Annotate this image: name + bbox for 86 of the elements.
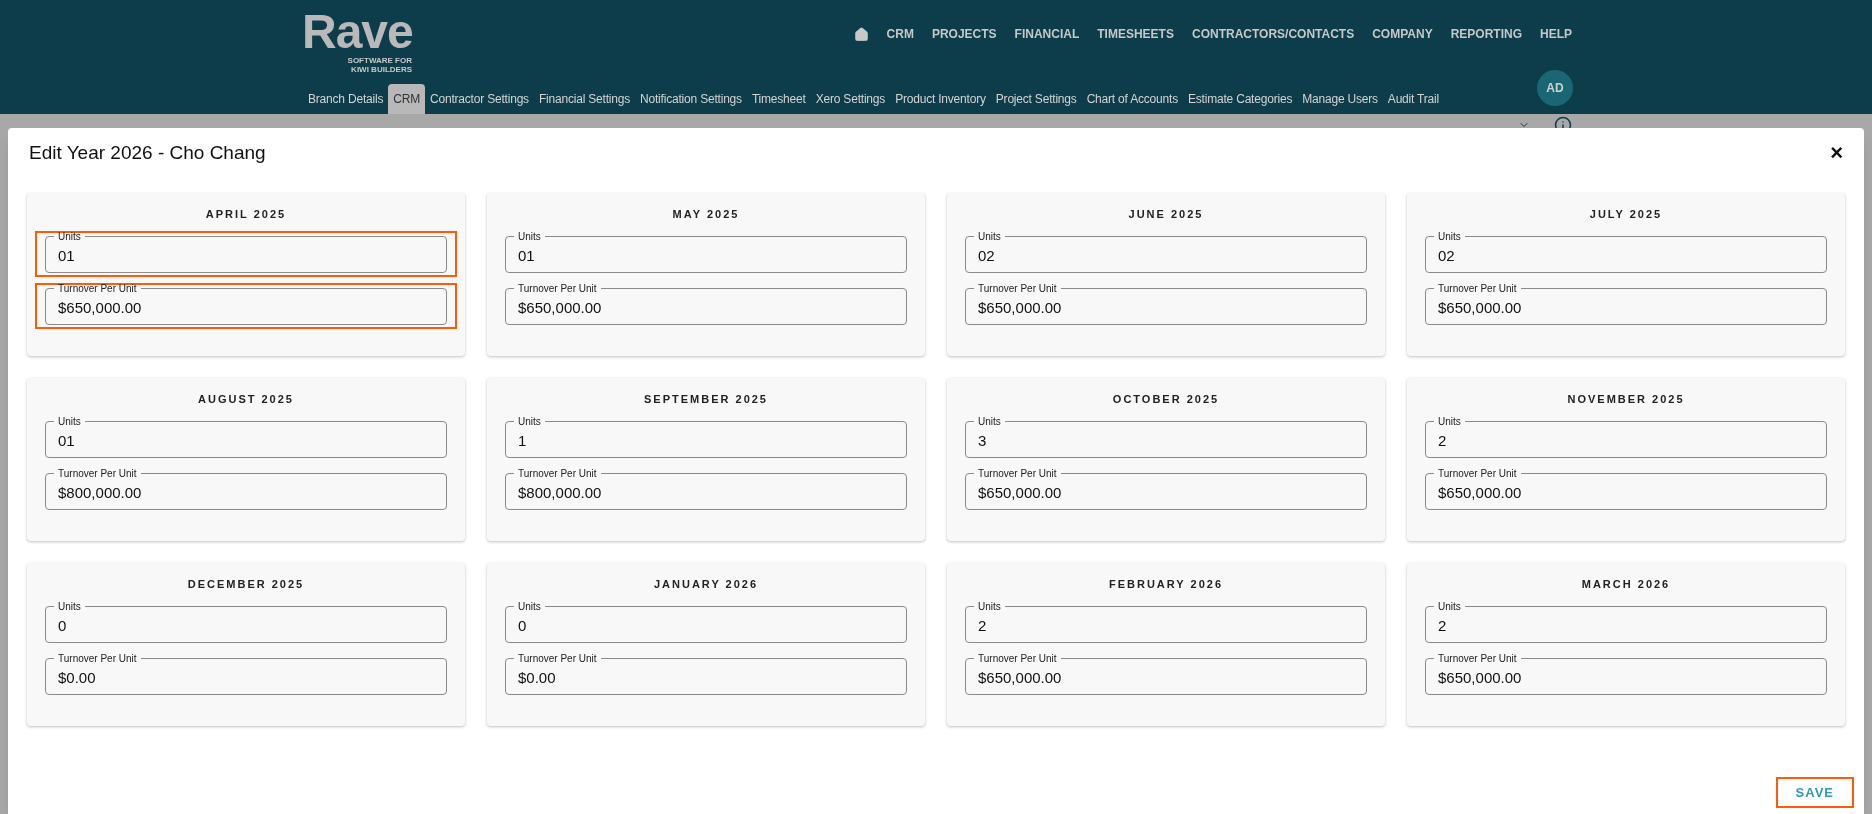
nav-link[interactable]: COMPANY: [1372, 25, 1433, 43]
settings-tab[interactable]: CRM: [388, 84, 425, 114]
settings-tab[interactable]: Timesheet: [746, 84, 811, 114]
field-input[interactable]: $650,000.00: [978, 296, 1354, 319]
month-title: MARCH 2026: [1581, 577, 1671, 592]
field-input[interactable]: $0.00: [518, 666, 894, 689]
field-label: Units: [517, 414, 542, 429]
field-input[interactable]: 2: [1438, 614, 1814, 637]
field-label: Turnover Per Unit: [1437, 466, 1518, 481]
month-title: JULY 2025: [1589, 207, 1663, 222]
settings-tab[interactable]: Audit Trail: [1382, 84, 1444, 114]
home-icon[interactable]: [853, 26, 869, 42]
settings-tab[interactable]: Manage Users: [1297, 84, 1383, 114]
field-input[interactable]: $650,000.00: [58, 296, 434, 319]
settings-tab[interactable]: Chart of Accounts: [1081, 84, 1183, 114]
field-label: Units: [517, 599, 542, 614]
month-title: JUNE 2025: [1128, 207, 1204, 222]
settings-tab[interactable]: Financial Settings: [533, 84, 636, 114]
field-input[interactable]: 2: [1438, 429, 1814, 452]
settings-tab[interactable]: Estimate Categories: [1182, 84, 1298, 114]
settings-tab[interactable]: Product Inventory: [890, 84, 991, 114]
nav-link[interactable]: HELP: [1540, 25, 1572, 43]
month-title: OCTOBER 2025: [1112, 392, 1220, 407]
field-input[interactable]: $650,000.00: [978, 481, 1354, 504]
field-label: Units: [517, 229, 542, 244]
field-input[interactable]: 1: [518, 429, 894, 452]
settings-tab[interactable]: Xero Settings: [810, 84, 891, 114]
month-title: SEPTEMBER 2025: [644, 392, 768, 407]
nav-link[interactable]: TIMESHEETS: [1097, 25, 1174, 43]
field-label: Turnover Per Unit: [57, 281, 138, 296]
field-input[interactable]: 0: [58, 614, 434, 637]
month-title: JANUARY 2026: [653, 577, 759, 592]
field-input[interactable]: 2: [978, 614, 1354, 637]
month-title: AUGUST 2025: [198, 392, 294, 407]
month-title: NOVEMBER 2025: [1567, 392, 1685, 407]
field-label: Units: [57, 599, 82, 614]
field-input[interactable]: $0.00: [58, 666, 434, 689]
nav-link[interactable]: CRM: [886, 25, 914, 43]
month-title: APRIL 2025: [205, 207, 287, 222]
field-input[interactable]: $800,000.00: [518, 481, 894, 504]
dialog-title: Edit Year 2026 - Cho Chang: [29, 140, 266, 165]
field-label: Units: [977, 229, 1002, 244]
month-title: DECEMBER 2025: [187, 577, 305, 592]
field-label: Units: [1437, 229, 1462, 244]
close-button[interactable]: ×: [1830, 142, 1843, 164]
field-label: Units: [1437, 414, 1462, 429]
field-input[interactable]: $650,000.00: [978, 666, 1354, 689]
month-title: MAY 2025: [672, 207, 740, 222]
field-input[interactable]: 0: [518, 614, 894, 637]
nav-link[interactable]: REPORTING: [1450, 25, 1522, 43]
field-input[interactable]: $650,000.00: [518, 296, 894, 319]
field-input[interactable]: 3: [978, 429, 1354, 452]
field-input[interactable]: $650,000.00: [1438, 296, 1814, 319]
settings-tab[interactable]: Notification Settings: [635, 84, 747, 114]
user-avatar[interactable]: AD: [1537, 70, 1573, 106]
month-title: FEBRUARY 2026: [1108, 577, 1223, 592]
field-label: Turnover Per Unit: [1437, 651, 1518, 666]
settings-tab[interactable]: Project Settings: [990, 84, 1082, 114]
field-label: Turnover Per Unit: [977, 651, 1058, 666]
field-input[interactable]: 02: [978, 244, 1354, 267]
settings-tab[interactable]: Branch Details: [303, 84, 389, 114]
field-input[interactable]: 01: [518, 244, 894, 267]
logo[interactable]: Rave SOFTWARE FOR KIWI BUILDERS: [302, 8, 412, 74]
field-label: Turnover Per Unit: [977, 466, 1058, 481]
field-label: Turnover Per Unit: [517, 651, 598, 666]
field-label: Turnover Per Unit: [57, 466, 138, 481]
field-input[interactable]: $800,000.00: [58, 481, 434, 504]
nav-link[interactable]: FINANCIAL: [1014, 25, 1080, 43]
nav-link[interactable]: CONTRACTORS/CONTACTS: [1191, 25, 1355, 43]
field-label: Turnover Per Unit: [57, 651, 138, 666]
field-input[interactable]: $650,000.00: [1438, 666, 1814, 689]
field-label: Units: [977, 414, 1002, 429]
field-input[interactable]: $650,000.00: [1438, 481, 1814, 504]
field-label: Units: [977, 599, 1002, 614]
field-label: Turnover Per Unit: [517, 281, 598, 296]
field-label: Turnover Per Unit: [1437, 281, 1518, 296]
field-label: Units: [57, 414, 82, 429]
field-label: Units: [57, 229, 82, 244]
field-input[interactable]: 01: [58, 429, 434, 452]
nav-link[interactable]: PROJECTS: [931, 25, 997, 43]
field-label: Units: [1437, 599, 1462, 614]
field-label: Turnover Per Unit: [977, 281, 1058, 296]
field-label: Turnover Per Unit: [517, 466, 598, 481]
field-input[interactable]: 01: [58, 244, 434, 267]
settings-tab[interactable]: Contractor Settings: [425, 84, 534, 114]
field-input[interactable]: 02: [1438, 244, 1814, 267]
